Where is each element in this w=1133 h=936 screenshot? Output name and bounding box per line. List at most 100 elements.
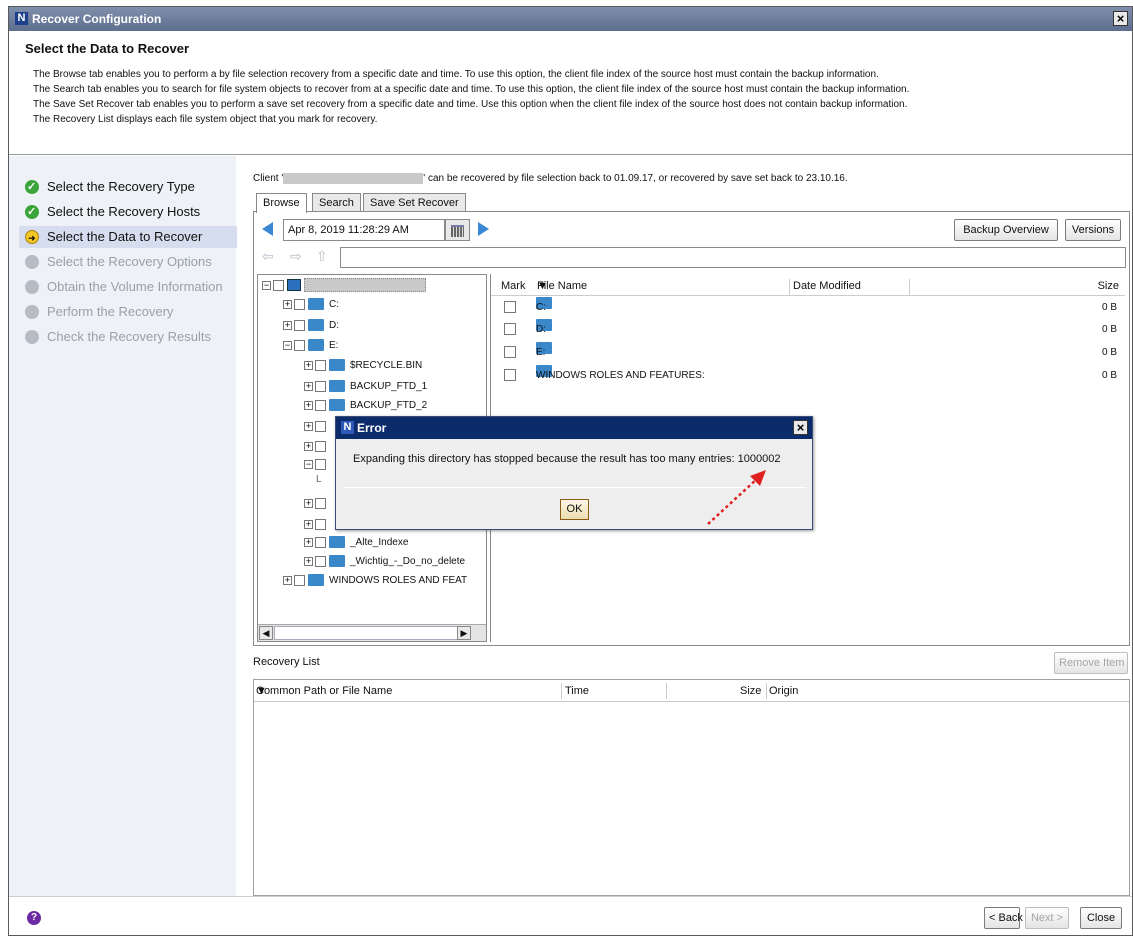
tree-checkbox[interactable] (315, 518, 326, 530)
tree-node-folder[interactable]: + (304, 516, 329, 534)
tree-node-folder[interactable]: + BACKUP_FTD_1 (304, 378, 427, 396)
tree-node-drive[interactable]: + D: (283, 317, 339, 335)
tree-node-folder[interactable]: + _Alte_Indexe (304, 534, 408, 552)
help-icon[interactable]: ? (27, 911, 41, 925)
tree-checkbox[interactable] (315, 359, 326, 371)
tree-checkbox[interactable] (315, 420, 326, 432)
tab-browse[interactable]: Browse (256, 193, 307, 213)
expand-icon[interactable]: + (304, 537, 313, 547)
tree-node-folder[interactable]: + BACKUP_FTD_2 (304, 397, 427, 415)
file-name-label: E: (536, 347, 546, 358)
collapse-icon[interactable]: − (283, 340, 292, 350)
tree-node-label: BACKUP_FTD_2 (350, 400, 428, 411)
expand-icon[interactable]: + (304, 441, 313, 451)
scroll-right-icon[interactable]: ▶ (457, 626, 471, 640)
tree-checkbox[interactable] (315, 536, 326, 548)
expand-icon[interactable]: + (283, 299, 292, 309)
tree-checkbox[interactable] (294, 319, 305, 331)
tree-checkbox[interactable] (294, 574, 305, 586)
step-recovery-type[interactable]: Select the Recovery Type (25, 176, 195, 198)
versions-button[interactable]: Versions (1065, 219, 1121, 241)
computer-icon (287, 279, 301, 292)
file-row[interactable]: WINDOWS ROLES AND FEATURES: 0 B (491, 365, 1125, 387)
collapse-icon[interactable]: − (262, 280, 271, 290)
tab-search[interactable]: Search (312, 193, 361, 212)
next-date-arrow-icon[interactable] (478, 222, 489, 236)
tree-checkbox[interactable] (315, 458, 326, 470)
tree-checkbox[interactable] (273, 279, 284, 291)
mark-checkbox[interactable] (504, 323, 516, 335)
expand-icon[interactable]: + (283, 575, 292, 585)
collapse-icon[interactable]: − (304, 459, 313, 469)
scrollbar-thumb[interactable] (274, 626, 470, 640)
tree-node-folder[interactable]: + (304, 418, 329, 436)
tree-node-folder[interactable]: + (304, 438, 329, 456)
tree-node-drive[interactable]: + WINDOWS ROLES AND FEAT (283, 572, 467, 590)
calendar-icon[interactable] (445, 219, 470, 241)
step-data-to-recover[interactable]: Select the Data to Recover (19, 226, 244, 249)
window-close-button[interactable]: × (1113, 11, 1128, 26)
error-dialog-title: Error (357, 421, 387, 435)
step-label: Obtain the Volume Information (47, 279, 223, 294)
tree-checkbox[interactable] (294, 298, 305, 310)
back-arrow-icon[interactable]: ⇦ (262, 248, 274, 264)
column-time[interactable]: Time (565, 680, 589, 702)
file-list-header: Mark File Name ▼ Date Modified Size (491, 276, 1125, 296)
browse-date-field[interactable]: Apr 8, 2019 11:28:29 AM (283, 219, 445, 241)
file-row[interactable]: E: 0 B (491, 342, 1125, 364)
tree-horizontal-scrollbar[interactable]: ◀ ▶ (258, 624, 486, 641)
mark-checkbox[interactable] (504, 346, 516, 358)
tree-checkbox[interactable] (294, 339, 305, 351)
backup-overview-button[interactable]: Backup Overview (954, 219, 1058, 241)
column-size[interactable]: Size (740, 680, 761, 702)
mark-checkbox[interactable] (504, 301, 516, 313)
folder-icon (308, 574, 324, 587)
column-origin[interactable]: Origin (769, 680, 798, 702)
expand-icon[interactable]: + (304, 519, 313, 529)
tree-checkbox[interactable] (315, 440, 326, 452)
tree-checkbox[interactable] (315, 497, 326, 509)
tree-node-folder[interactable]: + $RECYCLE.BIN (304, 357, 422, 375)
column-size[interactable]: Size (1098, 276, 1119, 296)
expand-icon[interactable]: + (283, 320, 292, 330)
forward-arrow-icon[interactable]: ⇨ (290, 248, 302, 264)
tree-node-drive[interactable]: − E: (283, 337, 338, 355)
step-label: Select the Recovery Type (47, 179, 195, 194)
back-button[interactable]: < Back (984, 907, 1023, 929)
up-arrow-icon[interactable]: ⇧ (316, 248, 328, 264)
current-step-arrow-icon (25, 227, 39, 249)
expand-icon[interactable]: + (304, 360, 313, 370)
expand-icon[interactable]: + (304, 556, 313, 566)
previous-date-arrow-icon[interactable] (262, 222, 273, 236)
page-title: Select the Data to Recover (25, 41, 190, 56)
column-divider (561, 683, 562, 699)
tab-save-set-recover[interactable]: Save Set Recover (363, 193, 466, 212)
folder-icon (308, 298, 324, 311)
tree-node-folder[interactable]: + _Wichtig_-_Do_no_delete (304, 553, 465, 571)
ok-button[interactable]: OK (560, 499, 589, 520)
expand-icon[interactable]: + (304, 381, 313, 391)
file-row[interactable]: C: 0 B (491, 297, 1125, 319)
column-mark[interactable]: Mark (501, 276, 525, 296)
error-dialog-close-button[interactable]: × (793, 420, 808, 435)
tree-checkbox[interactable] (315, 399, 326, 411)
file-row[interactable]: D: 0 B (491, 319, 1125, 341)
remove-item-button[interactable]: Remove Item (1054, 652, 1128, 674)
scroll-left-icon[interactable]: ◀ (259, 626, 273, 640)
close-button[interactable]: Close (1080, 907, 1122, 929)
mark-checkbox[interactable] (504, 369, 516, 381)
expand-icon[interactable]: + (304, 421, 313, 431)
tree-node-folder[interactable]: + (304, 495, 329, 513)
app-logo-icon: N (15, 12, 28, 25)
column-date-modified[interactable]: Date Modified (793, 276, 861, 296)
file-size: 0 B (1101, 302, 1117, 313)
next-button[interactable]: Next > (1025, 907, 1069, 929)
tree-node-drive[interactable]: + C: (283, 296, 339, 314)
tree-checkbox[interactable] (315, 555, 326, 567)
expand-icon[interactable]: + (304, 498, 313, 508)
tree-node-host[interactable]: − (262, 277, 426, 295)
step-recovery-hosts[interactable]: Select the Recovery Hosts (25, 201, 200, 223)
path-input[interactable] (340, 247, 1126, 268)
expand-icon[interactable]: + (304, 400, 313, 410)
tree-checkbox[interactable] (315, 380, 326, 392)
